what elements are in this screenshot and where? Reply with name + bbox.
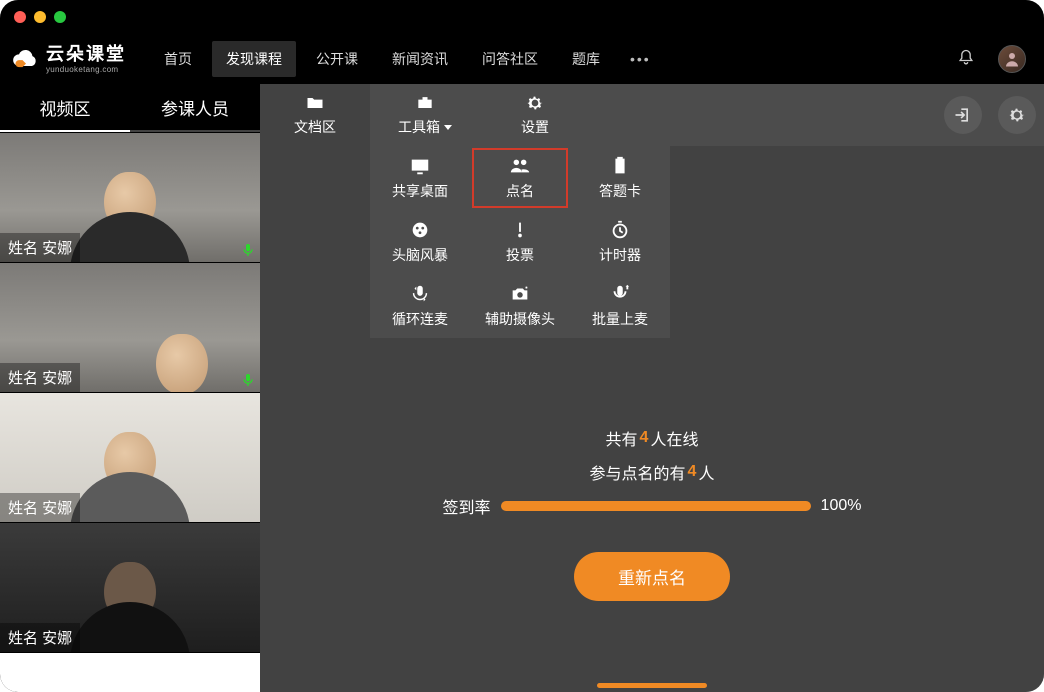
- toolbox-tab[interactable]: 工具箱: [370, 84, 480, 146]
- top-nav: 云朵课堂 yunduoketang.com 首页 发现课程 公开课 新闻资讯 问…: [0, 34, 1044, 84]
- clipboard-icon: [609, 155, 631, 177]
- brain-icon: [409, 219, 431, 241]
- tool-loop-mic[interactable]: 循环连麦: [370, 274, 470, 338]
- tool-timer[interactable]: 计时器: [570, 210, 670, 274]
- brand-logo[interactable]: 云朵课堂 yunduoketang.com: [12, 45, 126, 74]
- rate-label: 签到率: [443, 494, 491, 518]
- nav-items: 首页 发现课程 公开课 新闻资讯 问答社区 题库 •••: [150, 41, 661, 77]
- nav-discover[interactable]: 发现课程: [212, 41, 296, 77]
- participated-count: 4: [688, 463, 697, 481]
- mic-icon: [240, 242, 256, 258]
- close-dot[interactable]: [14, 11, 26, 23]
- nav-more[interactable]: •••: [620, 51, 661, 67]
- caret-down-icon: [444, 125, 452, 130]
- rollcall-panel: 共有 4 人在线 参与点名的有 4 人 签到率 100% 重新点名: [412, 426, 892, 601]
- vote-icon: [509, 219, 531, 241]
- user-avatar[interactable]: [998, 45, 1026, 73]
- exit-button[interactable]: [944, 96, 982, 134]
- share-screen-icon: [409, 155, 431, 177]
- minimize-dot[interactable]: [34, 11, 46, 23]
- tile-label: 姓名 安娜: [0, 363, 80, 392]
- signin-rate-row: 签到率 100%: [412, 494, 892, 518]
- left-panel: 视频区 参课人员 姓名 安娜 姓名 安娜 姓名 安娜: [0, 84, 260, 692]
- video-tile[interactable]: 姓名 安娜: [0, 522, 260, 652]
- video-tile[interactable]: 姓名 安娜: [0, 392, 260, 522]
- toolbox-label: 工具箱: [398, 117, 440, 137]
- brand-sub: yunduoketang.com: [46, 65, 126, 74]
- video-tile[interactable]: 姓名 安娜: [0, 132, 260, 262]
- tool-aux-camera[interactable]: 辅助摄像头: [470, 274, 570, 338]
- nav-qa[interactable]: 问答社区: [468, 41, 552, 77]
- video-tile-empty: [0, 652, 260, 692]
- folder-icon: [304, 93, 326, 113]
- settings-label: 设置: [521, 117, 549, 137]
- tool-roll-call[interactable]: 点名: [470, 146, 570, 210]
- nav-news[interactable]: 新闻资讯: [378, 41, 462, 77]
- tile-label: 姓名 安娜: [0, 623, 80, 652]
- nav-home[interactable]: 首页: [150, 41, 206, 77]
- tile-label: 姓名 安娜: [0, 493, 80, 522]
- tool-vote[interactable]: 投票: [470, 210, 570, 274]
- window-titlebar: [0, 0, 1044, 34]
- tool-share-desktop[interactable]: 共享桌面: [370, 146, 470, 210]
- progress-bar: [501, 501, 811, 511]
- gear-icon: [524, 93, 546, 113]
- loop-mic-icon: [409, 283, 431, 305]
- re-rollcall-button[interactable]: 重新点名: [574, 552, 730, 601]
- timer-icon: [609, 219, 631, 241]
- docs-tab[interactable]: 文档区: [260, 84, 370, 146]
- mic-up-icon: [609, 283, 631, 305]
- toolbox-icon: [414, 93, 436, 113]
- bottom-scroll-indicator[interactable]: [597, 683, 707, 688]
- camera-plus-icon: [509, 283, 531, 305]
- tool-batch-mic[interactable]: 批量上麦: [570, 274, 670, 338]
- people-icon: [509, 155, 531, 177]
- toolbox-dropdown: 共享桌面 点名 答题卡 头脑风暴 投票: [370, 146, 670, 338]
- tool-answer-card[interactable]: 答题卡: [570, 146, 670, 210]
- right-top-row: 文档区 工具箱 设置: [260, 84, 1044, 146]
- nav-bank[interactable]: 题库: [558, 41, 614, 77]
- settings-tab[interactable]: 设置: [480, 84, 590, 146]
- exit-icon: [953, 105, 973, 125]
- zoom-dot[interactable]: [54, 11, 66, 23]
- online-line: 共有 4 人在线: [606, 426, 699, 450]
- tab-video[interactable]: 视频区: [0, 84, 130, 132]
- bell-icon[interactable]: [956, 48, 976, 71]
- gear-icon: [1007, 105, 1027, 125]
- video-feed: 姓名 安娜 姓名 安娜 姓名 安娜 姓名 安娜: [0, 132, 260, 692]
- docs-label: 文档区: [294, 117, 336, 137]
- settings-button[interactable]: [998, 96, 1036, 134]
- tile-label: 姓名 安娜: [0, 233, 80, 262]
- main-panel: 文档区 工具箱 设置: [260, 84, 1044, 692]
- rate-value: 100%: [821, 497, 862, 515]
- brand-name: 云朵课堂: [46, 44, 126, 64]
- video-tile[interactable]: 姓名 安娜: [0, 262, 260, 392]
- participated-line: 参与点名的有 4 人: [590, 460, 715, 484]
- nav-open[interactable]: 公开课: [302, 41, 372, 77]
- tool-brainstorm[interactable]: 头脑风暴: [370, 210, 470, 274]
- online-count: 4: [640, 429, 649, 447]
- tab-attendees[interactable]: 参课人员: [130, 84, 260, 132]
- mic-icon: [240, 372, 256, 388]
- cloud-icon: [12, 45, 40, 73]
